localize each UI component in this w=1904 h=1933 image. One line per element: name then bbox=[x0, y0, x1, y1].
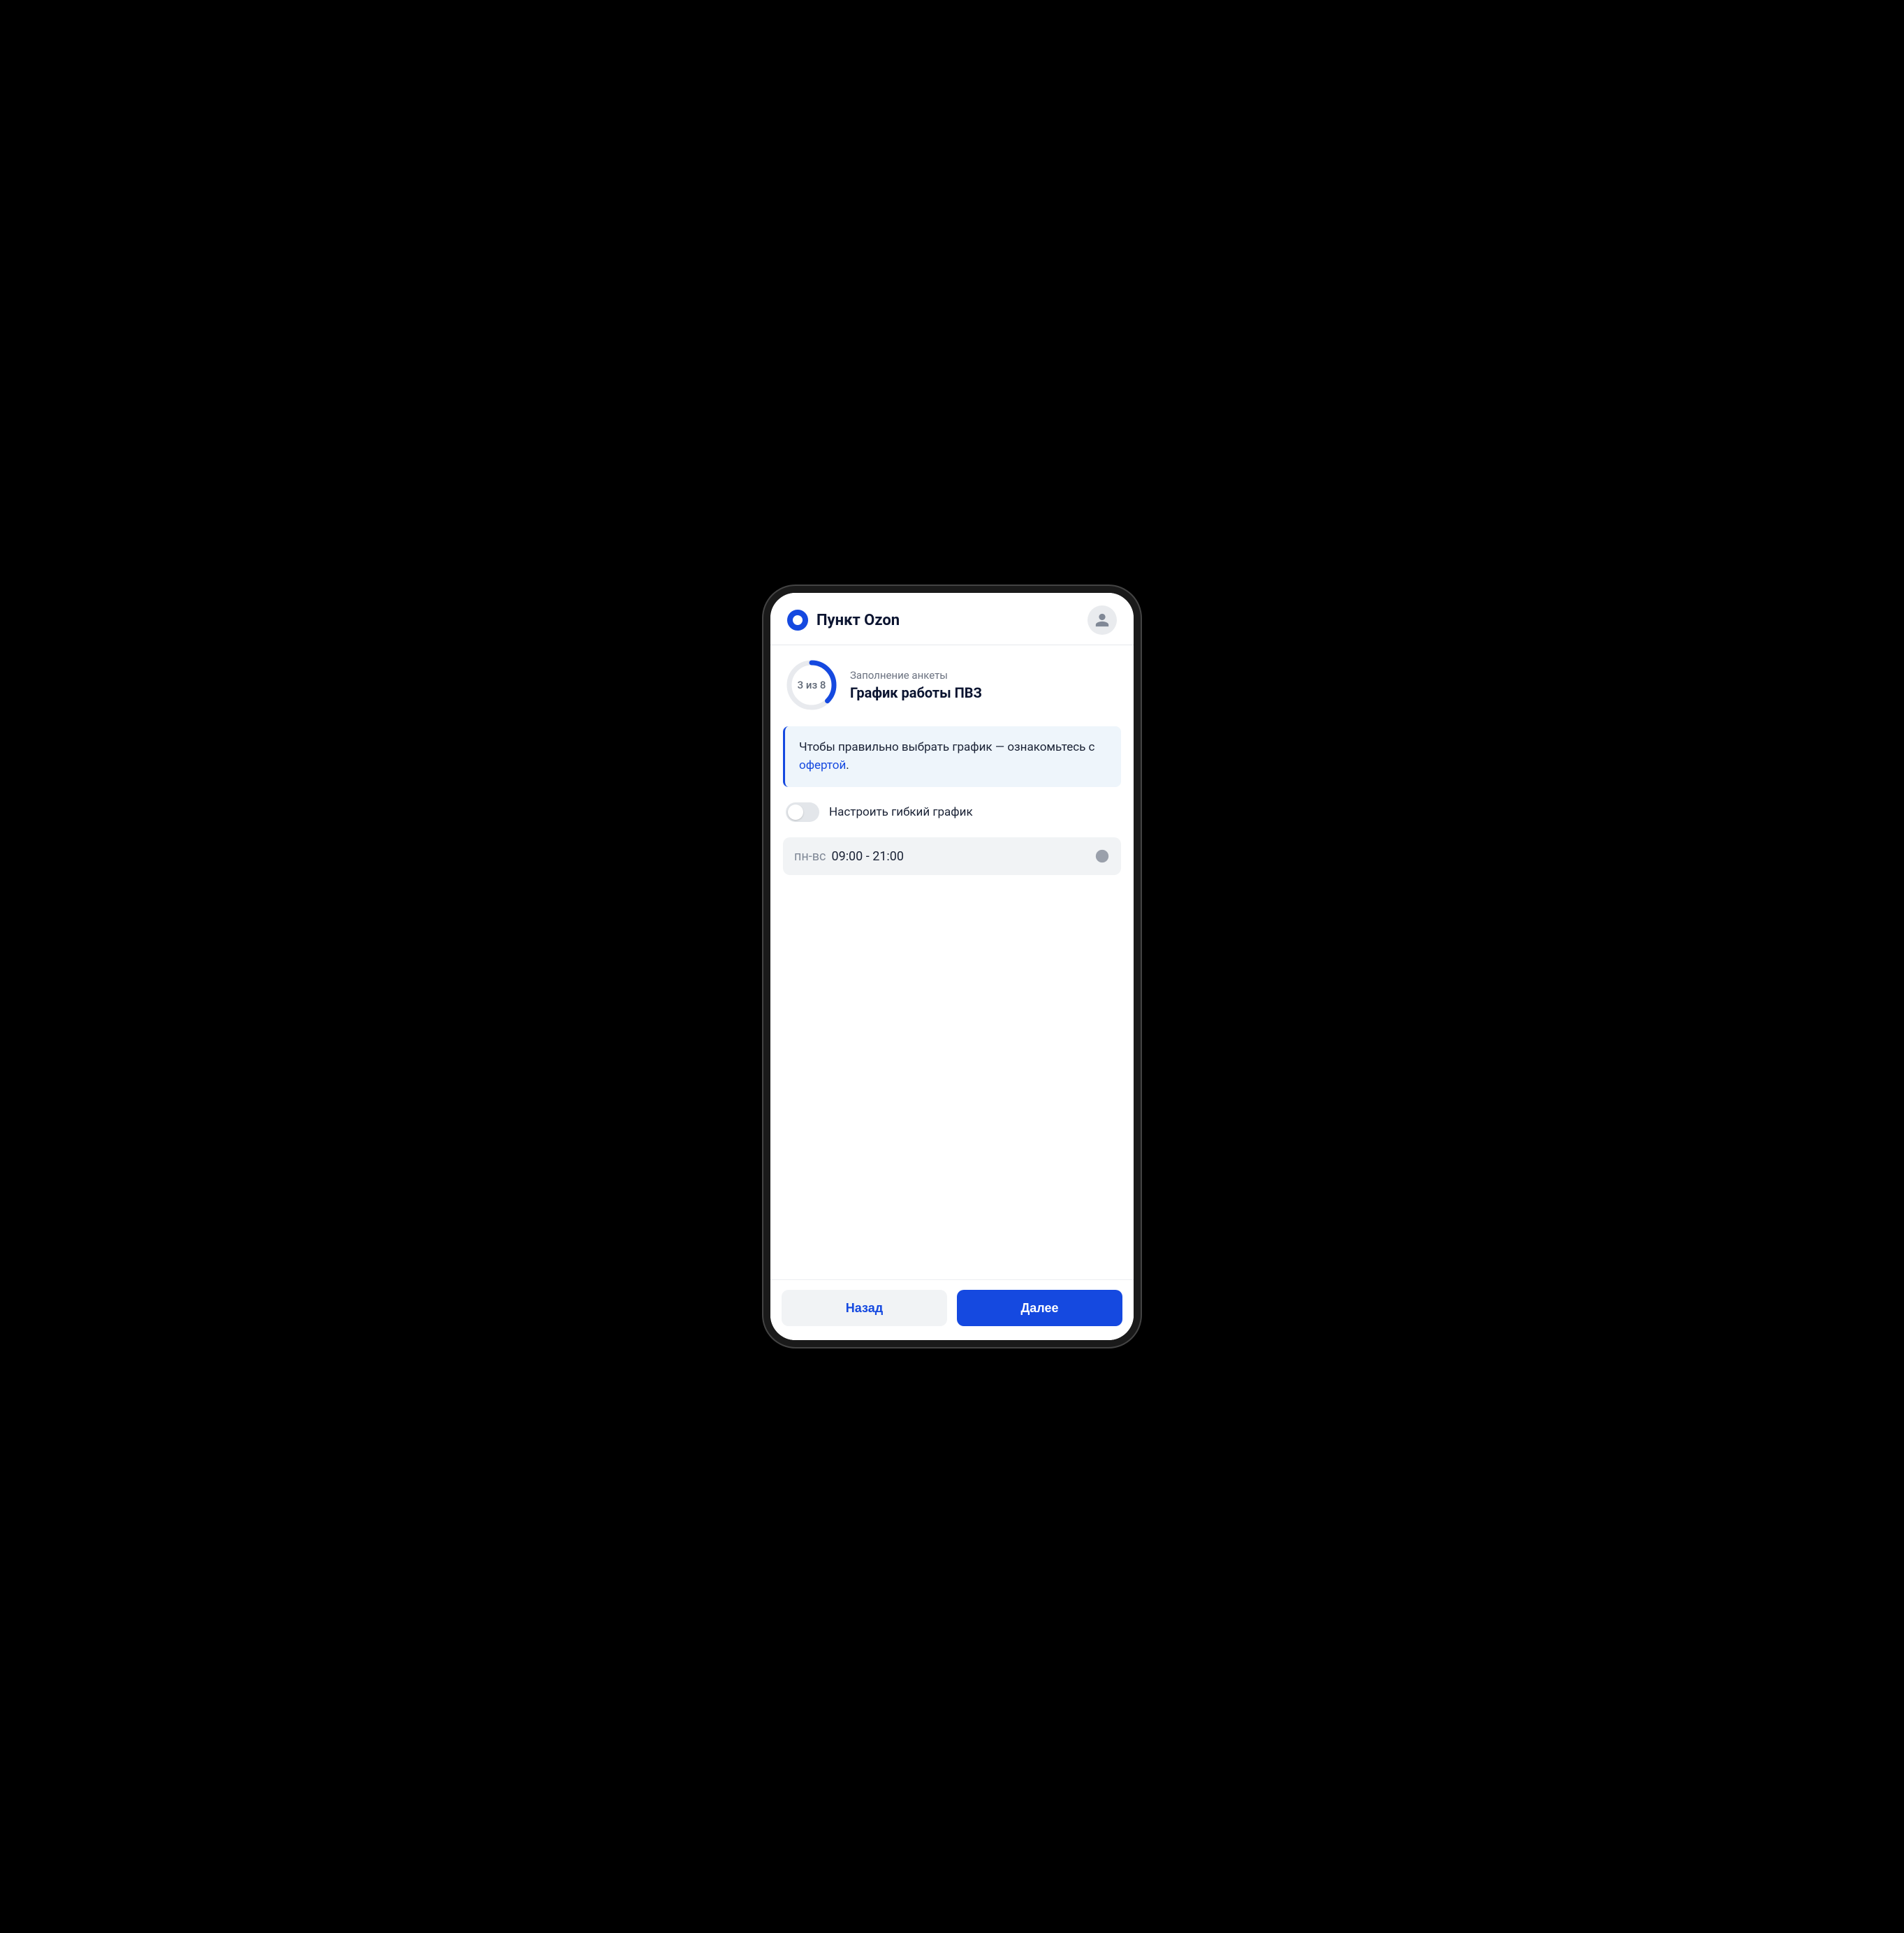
schedule-value: пн-вс 09:00 - 21:00 bbox=[794, 849, 904, 864]
banner-text-prefix: Чтобы правильно выбрать график — ознаком… bbox=[799, 740, 1094, 754]
progress-header: 3 из 8 Заполнение анкеты График работы П… bbox=[783, 659, 1121, 711]
next-button[interactable]: Далее bbox=[957, 1290, 1122, 1326]
banner-text-suffix: . bbox=[846, 758, 849, 772]
profile-button[interactable] bbox=[1088, 605, 1117, 635]
app-title: Пункт Ozon bbox=[816, 612, 900, 629]
header: Пункт Ozon bbox=[770, 593, 1134, 645]
offer-link[interactable]: офертой bbox=[799, 758, 846, 772]
flexible-schedule-toggle[interactable] bbox=[786, 802, 819, 822]
schedule-days: пн-вс bbox=[794, 849, 826, 864]
progress-overline: Заполнение анкеты bbox=[850, 669, 982, 682]
progress-step-label: 3 из 8 bbox=[798, 679, 826, 691]
flexible-schedule-label: Настроить гибкий график bbox=[829, 805, 973, 819]
back-button[interactable]: Назад bbox=[782, 1290, 947, 1326]
clock-icon bbox=[1094, 848, 1110, 864]
screen: Пункт Ozon 3 из 8 Заполнение ан bbox=[770, 593, 1134, 1340]
flexible-schedule-row: Настроить гибкий график bbox=[783, 802, 1121, 822]
content: 3 из 8 Заполнение анкеты График работы П… bbox=[770, 645, 1134, 1279]
schedule-input[interactable]: пн-вс 09:00 - 21:00 bbox=[783, 837, 1121, 875]
phone-frame: Пункт Ozon 3 из 8 Заполнение ан bbox=[763, 586, 1141, 1347]
footer-actions: Назад Далее bbox=[770, 1279, 1134, 1340]
progress-ring: 3 из 8 bbox=[786, 659, 837, 711]
brand-logo-icon bbox=[787, 610, 808, 631]
progress-texts: Заполнение анкеты График работы ПВЗ bbox=[850, 669, 982, 701]
info-banner: Чтобы правильно выбрать график — ознаком… bbox=[783, 726, 1121, 787]
brand: Пункт Ozon bbox=[787, 610, 900, 631]
user-icon bbox=[1094, 612, 1110, 628]
schedule-hours: 09:00 - 21:00 bbox=[831, 849, 904, 864]
page-title: График работы ПВЗ bbox=[850, 684, 982, 701]
